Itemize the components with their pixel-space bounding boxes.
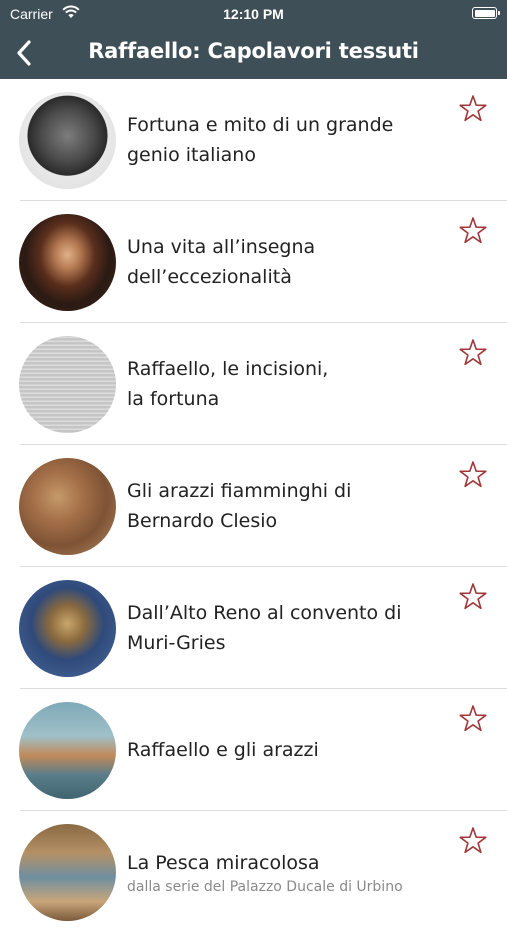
navigation-bar: Raffaello: Capolavori tessuti (0, 28, 507, 79)
list-item[interactable]: Raffaello e gli arazzi (0, 689, 507, 811)
thumbnail-tapestry-image (19, 458, 116, 555)
star-icon[interactable] (457, 337, 489, 369)
list-item[interactable]: Gli arazzi fiamminghi di Bernardo Clesio (0, 445, 507, 567)
thumbnail-tapestry-image (19, 824, 116, 921)
item-title: La Pesca miracolosa (127, 852, 320, 874)
star-icon[interactable] (457, 825, 489, 857)
thumbnail-madonna-image (19, 92, 116, 189)
list-item[interactable]: Dall’Alto Reno al convento di Muri-Gries (0, 567, 507, 689)
star-icon[interactable] (457, 93, 489, 125)
thumbnail-tapestry-image (19, 702, 116, 799)
item-title: Gli arazzi fiamminghi di Bernardo Clesio (127, 480, 352, 532)
thumbnail-engraving-image (19, 336, 116, 433)
star-icon[interactable] (457, 459, 489, 491)
battery-icon (472, 7, 500, 19)
star-icon[interactable] (457, 703, 489, 735)
item-title: Fortuna e mito di un grande genio italia… (127, 114, 394, 166)
page-title: Raffaello: Capolavori tessuti (88, 39, 419, 63)
list-item[interactable]: Fortuna e mito di un grande genio italia… (0, 79, 507, 201)
star-icon[interactable] (457, 581, 489, 613)
clock: 12:10 PM (223, 6, 284, 22)
item-title: Raffaello e gli arazzi (127, 739, 319, 761)
chapter-list: Fortuna e mito di un grande genio italia… (0, 79, 507, 933)
item-title: Raffaello, le incisioni, la fortuna (127, 358, 329, 410)
list-item[interactable]: La Pesca miracolosa dalla serie del Pala… (0, 811, 507, 933)
star-icon[interactable] (457, 215, 489, 247)
thumbnail-portrait-image (19, 214, 116, 311)
item-title: Una vita all’insegna dell’eccezionalità (127, 236, 316, 288)
thumbnail-tapestry-image (19, 580, 116, 677)
status-bar: Carrier 12:10 PM (0, 0, 507, 28)
item-title: Dall’Alto Reno al convento di Muri-Gries (127, 602, 402, 654)
item-subtitle: dalla serie del Palazzo Ducale di Urbino (127, 879, 403, 895)
list-item[interactable]: Raffaello, le incisioni, la fortuna (0, 323, 507, 445)
list-item[interactable]: Una vita all’insegna dell’eccezionalità (0, 201, 507, 323)
